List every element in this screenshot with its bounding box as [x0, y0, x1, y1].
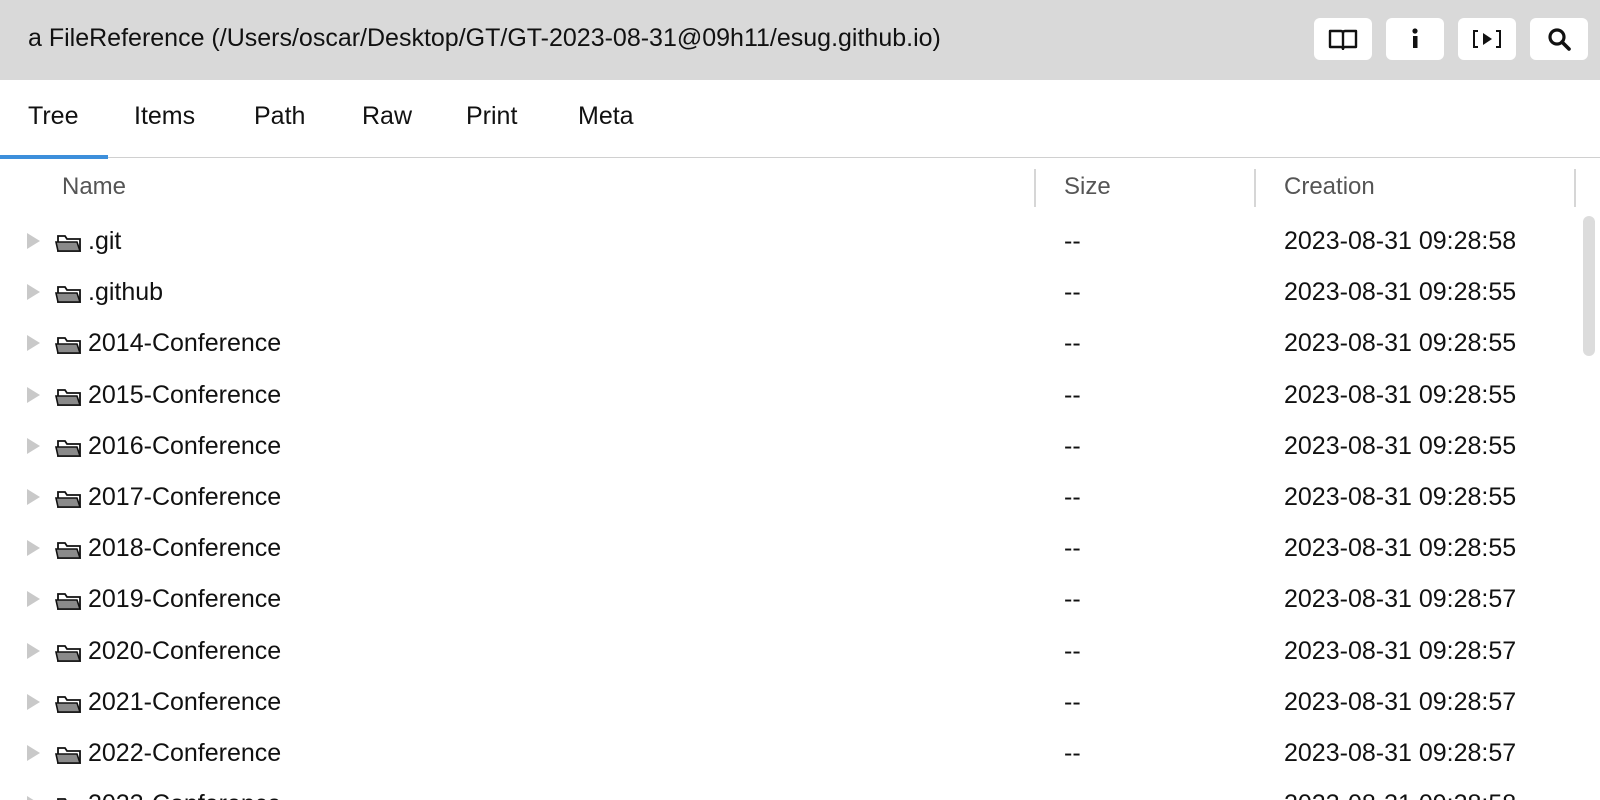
tab-print[interactable]: Print [466, 102, 517, 131]
info-icon [1412, 28, 1418, 48]
file-creation-date: 2023-08-31 09:28:55 [1284, 431, 1517, 460]
expand-arrow-icon[interactable] [27, 386, 40, 403]
tab-items[interactable]: Items [134, 102, 195, 131]
table-row[interactable]: 2016-Conference -- 2023-08-31 09:28:55 [0, 423, 1580, 474]
file-name: 2018-Conference [88, 534, 282, 563]
folder-icon [55, 695, 82, 713]
table-row[interactable]: 2018-Conference -- 2023-08-31 09:28:55 [0, 525, 1580, 576]
column-resize-handle[interactable] [1034, 169, 1036, 207]
expand-arrow-icon[interactable] [27, 693, 40, 710]
file-size: -- [1064, 380, 1081, 409]
expand-arrow-icon[interactable] [27, 591, 40, 608]
file-tree: .git -- 2023-08-31 09:28:58 .github -- 2… [0, 218, 1580, 800]
expand-arrow-icon[interactable] [27, 642, 40, 659]
folder-icon [55, 491, 82, 508]
tab-raw[interactable]: Raw [362, 102, 412, 131]
file-name: 2015-Conference [88, 380, 282, 409]
file-size: -- [1064, 534, 1081, 563]
expand-arrow-icon[interactable] [27, 437, 40, 454]
column-resize-handle[interactable] [1574, 169, 1576, 207]
file-creation-date: 2023-08-31 09:28:57 [1284, 687, 1517, 716]
file-creation-date: 2023-08-31 09:28:55 [1284, 482, 1517, 511]
file-creation-date: 2023-08-31 09:28:57 [1284, 636, 1517, 665]
file-name: 2019-Conference [88, 585, 282, 614]
folder-icon [55, 286, 82, 304]
file-size: -- [1064, 227, 1081, 255]
column-header-size[interactable]: Size [1064, 173, 1111, 201]
file-size: -- [1064, 738, 1081, 767]
file-size: -- [1064, 687, 1081, 716]
file-size: -- [1064, 329, 1081, 358]
file-size: -- [1064, 585, 1081, 614]
table-row[interactable]: 2023-Conference -- 2023-08-31 09:28:58 [0, 781, 1580, 800]
folder-icon [57, 798, 67, 800]
table-row[interactable]: 2015-Conference -- 2023-08-31 09:28:55 [0, 372, 1580, 423]
file-name: 2017-Conference [88, 482, 282, 511]
file-name: 2016-Conference [88, 431, 282, 460]
file-size: -- [1064, 278, 1081, 307]
tab-path[interactable]: Path [254, 102, 305, 131]
file-creation-date: 2023-08-31 09:28:55 [1284, 380, 1517, 409]
expand-arrow-icon[interactable] [27, 488, 40, 505]
expand-arrow-icon[interactable] [27, 540, 40, 557]
expand-arrow-icon[interactable] [27, 335, 40, 352]
tab-bar: Tree Items Path Raw Print Meta [0, 80, 1600, 159]
file-name: .github [88, 278, 164, 307]
playground-icon [1473, 30, 1501, 48]
tab-meta[interactable]: Meta [578, 102, 634, 131]
file-size: -- [1064, 482, 1081, 511]
file-creation-date: 2023-08-31 09:28:57 [1284, 738, 1517, 767]
table-row[interactable]: 2020-Conference -- 2023-08-31 09:28:57 [0, 628, 1580, 679]
table-row[interactable]: .github -- 2023-08-31 09:28:55 [0, 269, 1580, 320]
file-name: 2014-Conference [88, 329, 282, 358]
playground-button[interactable] [1458, 18, 1516, 60]
title-bar: a FileReference (/Users/oscar/Desktop/GT… [0, 0, 1600, 80]
window-title: a FileReference (/Users/oscar/Desktop/GT… [28, 24, 941, 52]
folder-icon [55, 746, 82, 764]
file-creation-date: 2023-08-31 09:28:55 [1284, 329, 1517, 358]
table-header: Name Size Creation [0, 159, 1600, 217]
tab-tree[interactable]: Tree [28, 102, 78, 131]
folder-icon [55, 235, 82, 252]
file-name: 2021-Conference [88, 687, 282, 716]
table-row[interactable]: 2014-Conference -- 2023-08-31 09:28:55 [0, 320, 1580, 371]
book-button[interactable] [1314, 18, 1372, 60]
folder-icon [55, 337, 82, 355]
file-name: .git [88, 227, 122, 255]
column-header-name[interactable]: Name [62, 173, 126, 201]
info-button[interactable] [1386, 18, 1444, 60]
search-icon [1548, 28, 1571, 51]
table-row[interactable]: 2017-Conference -- 2023-08-31 09:28:55 [0, 474, 1580, 525]
file-name: 2023-Conference [88, 790, 281, 800]
folder-icon [55, 439, 82, 457]
folder-icon [55, 542, 82, 560]
table-row[interactable]: 2021-Conference -- 2023-08-31 09:28:57 [0, 679, 1580, 730]
expand-arrow-icon[interactable] [27, 284, 40, 301]
file-name: 2022-Conference [88, 738, 282, 767]
folder-icon [55, 388, 82, 406]
file-creation-date: 2023-08-31 09:28:58 [1284, 227, 1517, 255]
file-size: -- [1064, 431, 1081, 460]
column-resize-handle[interactable] [1254, 169, 1256, 207]
search-button[interactable] [1530, 18, 1588, 60]
file-name: 2020-Conference [88, 636, 282, 665]
vertical-scrollbar[interactable] [1583, 216, 1595, 356]
file-creation-date: 2023-08-31 09:28:55 [1284, 278, 1517, 307]
folder-icon [55, 644, 82, 662]
file-size: -- [1064, 790, 1081, 800]
book-icon [1328, 29, 1358, 50]
file-creation-date: 2023-08-31 09:28:58 [1284, 790, 1516, 800]
table-row[interactable]: .git -- 2023-08-31 09:28:58 [0, 218, 1580, 269]
file-creation-date: 2023-08-31 09:28:55 [1284, 534, 1517, 563]
expand-arrow-icon[interactable] [27, 744, 40, 761]
folder-icon [55, 593, 82, 611]
table-row[interactable]: 2022-Conference -- 2023-08-31 09:28:57 [0, 730, 1580, 781]
expand-arrow-icon[interactable] [27, 796, 40, 800]
column-header-creation[interactable]: Creation [1284, 173, 1375, 201]
expand-arrow-icon[interactable] [27, 233, 40, 249]
file-size: -- [1064, 636, 1081, 665]
table-row[interactable]: 2019-Conference -- 2023-08-31 09:28:57 [0, 576, 1580, 627]
file-creation-date: 2023-08-31 09:28:57 [1284, 585, 1517, 614]
